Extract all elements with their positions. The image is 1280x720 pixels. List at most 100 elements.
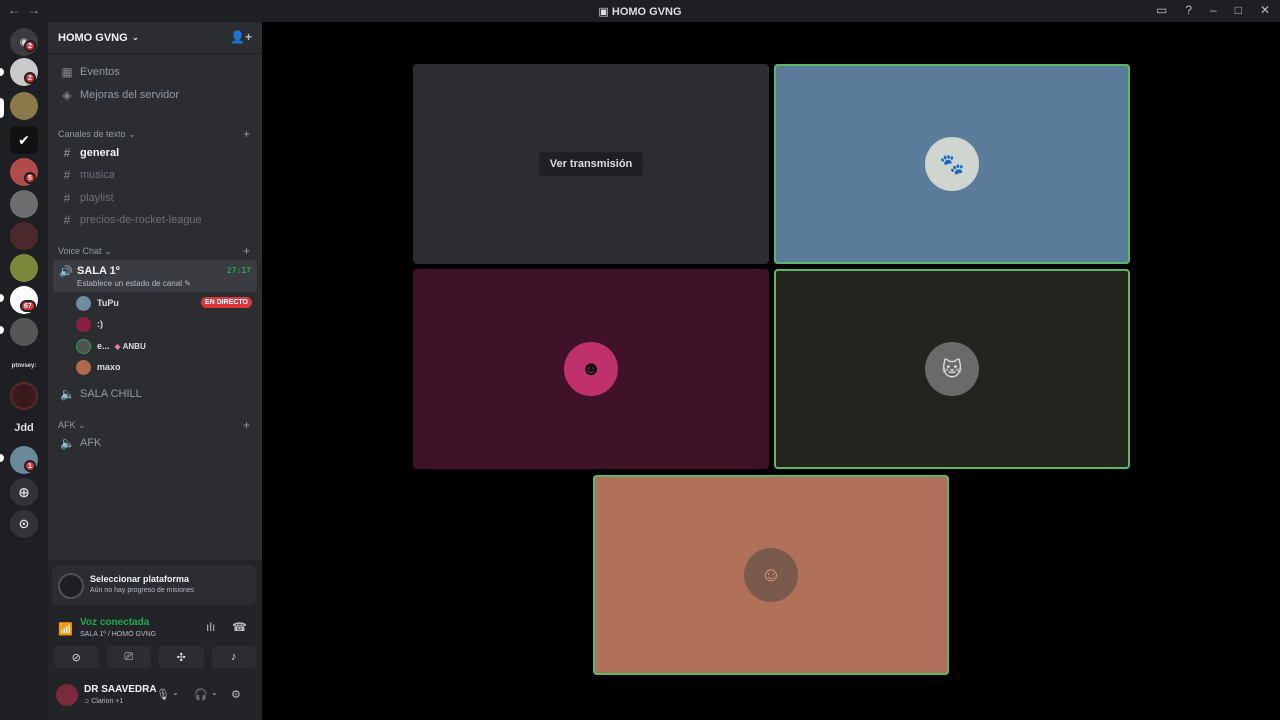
channel-sidebar: HOMO GVNG ⌄ 👤+ ▦ Eventos ◈ Mejoras del s… xyxy=(48,22,262,720)
voice-channel-path[interactable]: SALA 1º / HOMO GVNG xyxy=(80,631,156,638)
server-icon[interactable] xyxy=(10,254,38,282)
participant-avatar: 🐾 xyxy=(925,137,979,191)
unread-pill xyxy=(0,326,4,334)
voice-member[interactable]: TuPu EN DIRECTO xyxy=(76,294,252,312)
username[interactable]: DR SAAVEDRA xyxy=(84,684,157,695)
chevron-down-icon: ⌄ xyxy=(78,420,86,430)
channel-precios[interactable]: # precios-de-rocket-league xyxy=(54,210,256,230)
activities-button[interactable]: ✣ xyxy=(159,646,204,668)
category-voice[interactable]: Voice Chat ⌄ + xyxy=(58,244,250,258)
close-icon[interactable]: ✕ xyxy=(1260,3,1270,17)
unread-badge: 1 xyxy=(24,460,36,472)
invite-icon[interactable]: 👤+ xyxy=(230,30,252,44)
stream-tile[interactable]: Ver transmisión xyxy=(413,64,769,264)
member-tag: ◆ ANBU xyxy=(114,341,146,351)
channel-playlist[interactable]: # playlist xyxy=(54,188,256,208)
hash-icon: # xyxy=(63,213,71,227)
voice-channel-sala-chill[interactable]: 🔈 SALA CHILL xyxy=(54,384,256,404)
voice-member[interactable]: :) xyxy=(76,315,252,333)
voice-member[interactable]: maxo xyxy=(76,358,252,376)
server-icon[interactable]: ✔ xyxy=(10,126,38,154)
voice-stage: Ver transmisión 🐾 ☻ 🐱 ☺ xyxy=(262,22,1280,720)
server-icon[interactable] xyxy=(10,190,38,218)
user-avatar[interactable] xyxy=(56,684,78,706)
channel-status[interactable]: Establece un estado de canal ✎ xyxy=(77,279,191,288)
speaker-icon: 🔈 xyxy=(60,387,75,401)
channel-general[interactable]: # general xyxy=(54,143,256,163)
calendar-icon: ▦ xyxy=(61,65,73,79)
server-header[interactable]: HOMO GVNG ⌄ 👤+ xyxy=(48,22,262,54)
noise-suppression-icon[interactable]: ılı xyxy=(206,620,215,634)
server-icon[interactable] xyxy=(10,382,38,410)
chevron-down-icon[interactable]: ⌄ xyxy=(172,688,179,697)
screen-share-icon: ⎚ xyxy=(124,650,134,663)
unread-badge: 2 xyxy=(24,40,36,52)
headphones-icon[interactable]: 🎧 xyxy=(194,688,208,701)
server-icon[interactable] xyxy=(10,92,38,120)
participant-avatar: 🐱 xyxy=(925,342,979,396)
title-bar: ← → ▣ HOMO GVNG ▭ ? – □ ✕ xyxy=(0,0,1280,22)
chevron-down-icon: ⌄ xyxy=(131,32,140,42)
server-list: ◉ 2 2 ✔ 5 67 ptnvsey: Jdd 1 ⊕ ⊙ xyxy=(0,22,48,720)
category-text[interactable]: Canales de texto ⌄ + xyxy=(58,127,250,141)
inbox-icon[interactable]: ▭ xyxy=(1156,3,1167,17)
soundboard-button[interactable]: ♪ xyxy=(211,646,256,668)
voice-buttons: ⊘ ⎚ ✣ ♪ xyxy=(54,646,256,668)
participant-tile[interactable]: ☺ xyxy=(593,475,949,675)
add-channel-icon[interactable]: + xyxy=(243,418,250,432)
unread-badge: 5 xyxy=(24,172,36,184)
activities-icon: ✣ xyxy=(176,651,186,664)
chevron-down-icon[interactable]: ⌄ xyxy=(211,688,218,697)
window-title: ▣ HOMO GVNG xyxy=(598,6,682,18)
chevron-down-icon: ⌄ xyxy=(104,246,112,256)
boost-icon: ◈ xyxy=(62,88,72,102)
disconnect-icon[interactable]: ☎ xyxy=(232,620,247,634)
voice-status[interactable]: Voz conectada xyxy=(80,617,149,628)
channel-musica[interactable]: # musica xyxy=(54,165,256,185)
user-activity: ♫ Clarion +1 xyxy=(84,698,124,705)
unread-badge: 67 xyxy=(20,300,36,312)
server-icon[interactable] xyxy=(10,318,38,346)
participant-tile[interactable]: 🐾 xyxy=(774,64,1130,264)
speaker-icon: 🔈 xyxy=(60,436,75,450)
voice-member[interactable]: e... ◆ ANBU xyxy=(76,337,252,355)
avatar xyxy=(76,316,91,332)
avatar xyxy=(76,338,91,354)
camera-button[interactable]: ⊘ xyxy=(54,646,99,668)
hash-icon: # xyxy=(63,168,71,182)
help-icon[interactable]: ? xyxy=(1185,3,1192,17)
unread-badge: 2 xyxy=(24,72,36,84)
explore-icon[interactable]: ⊙ xyxy=(10,510,38,538)
add-channel-icon[interactable]: + xyxy=(243,127,250,141)
gear-icon[interactable]: ⚙ xyxy=(231,688,241,701)
avatar xyxy=(76,295,91,311)
voice-channel-afk[interactable]: 🔈 AFK xyxy=(54,433,256,453)
server-icon: ▣ xyxy=(598,6,609,18)
participant-avatar: ☻ xyxy=(564,342,618,396)
signal-icon: 📶 xyxy=(58,622,73,636)
quest-icon xyxy=(58,573,84,599)
watch-stream-button[interactable]: Ver transmisión xyxy=(538,152,644,176)
music-icon: ♫ xyxy=(84,698,90,705)
pencil-icon: ✎ xyxy=(184,279,191,288)
category-afk[interactable]: AFK ⌄ + xyxy=(58,418,250,432)
server-icon-text[interactable]: ptnvsey: xyxy=(9,352,39,380)
share-screen-button[interactable]: ⎚ xyxy=(106,646,151,668)
microphone-icon[interactable]: 🎙 xyxy=(156,688,170,701)
add-channel-icon[interactable]: + xyxy=(243,244,250,258)
speaker-icon: 🔊 xyxy=(59,266,73,278)
hash-icon: # xyxy=(63,191,71,205)
voice-channel-active[interactable]: 🔊 SALA 1º Establece un estado de canal ✎… xyxy=(53,260,257,292)
participant-tile[interactable]: ☻ xyxy=(413,269,769,469)
user-area: DR SAAVEDRA ♫ Clarion +1 🎙 ⌄ 🎧 ⌄ ⚙ xyxy=(48,676,262,716)
participant-tile[interactable]: 🐱 xyxy=(774,269,1130,469)
quest-card[interactable]: Seleccionar plataforma Aún no hay progre… xyxy=(52,565,256,605)
add-server-icon[interactable]: ⊕ xyxy=(10,478,38,506)
server-icon-text[interactable]: Jdd xyxy=(10,414,38,442)
maximize-icon[interactable]: □ xyxy=(1235,3,1242,17)
events-item[interactable]: ▦ Eventos xyxy=(54,62,256,82)
call-timer: 27:17 xyxy=(226,266,251,275)
boosts-item[interactable]: ◈ Mejoras del servidor xyxy=(54,85,256,105)
server-icon[interactable] xyxy=(10,222,38,250)
minimize-icon[interactable]: – xyxy=(1210,3,1217,17)
